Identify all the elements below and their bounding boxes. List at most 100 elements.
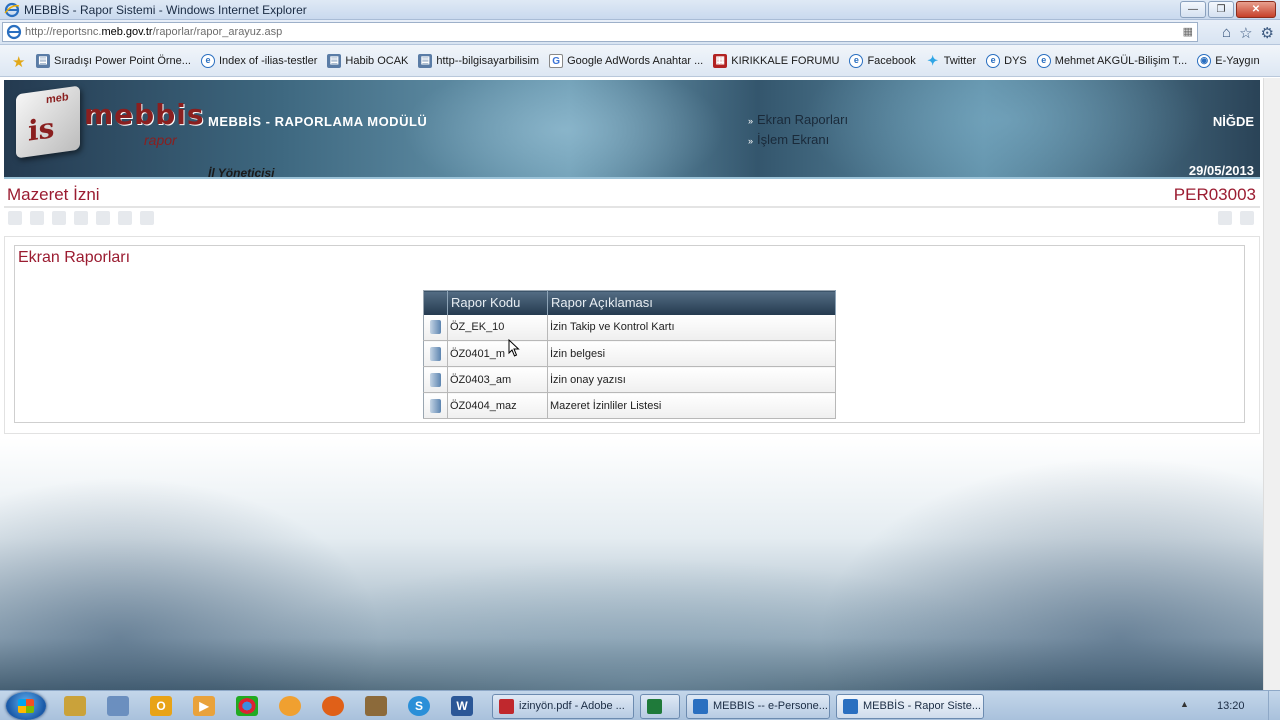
export-icon[interactable] bbox=[140, 211, 154, 225]
report-description[interactable]: İzin belgesi bbox=[547, 340, 836, 367]
user-icon[interactable] bbox=[1240, 211, 1254, 225]
globe-icon: ◉ bbox=[1197, 54, 1212, 68]
favorite-link[interactable]: e Index of -ilias-testler bbox=[200, 54, 318, 68]
report-open-icon[interactable] bbox=[430, 320, 441, 335]
favorite-label: Facebook bbox=[867, 55, 916, 67]
report-table: Rapor Kodu Rapor Açıklaması ÖZ_EK_10 İzin… bbox=[423, 290, 836, 419]
favorite-label: DYS bbox=[1004, 55, 1027, 67]
report-description[interactable]: İzin Takip ve Kontrol Kartı bbox=[547, 314, 836, 341]
table-row[interactable]: ÖZ_EK_10 İzin Takip ve Kontrol Kartı bbox=[423, 314, 836, 341]
favorite-label: Twitter bbox=[943, 55, 977, 67]
window-titlebar: MEBBİS - Rapor Sistemi - Windows Interne… bbox=[0, 0, 1280, 20]
doc-icon: ▤ bbox=[327, 54, 342, 68]
favorite-link[interactable]: e Facebook bbox=[849, 54, 916, 68]
favorite-link[interactable]: ✦ Twitter bbox=[926, 54, 976, 68]
favorite-link[interactable]: ◉ E-Yaygın bbox=[1197, 54, 1260, 68]
pinned-firefox-icon[interactable] bbox=[322, 696, 344, 716]
gear-icon[interactable]: ⚙ bbox=[1261, 24, 1274, 42]
url-text: http://reportsnc.meb.gov.tr/raporlar/rap… bbox=[25, 26, 283, 38]
pinned-tool-icon[interactable] bbox=[365, 696, 387, 716]
url-field[interactable]: http://reportsnc.meb.gov.tr/raporlar/rap… bbox=[2, 22, 1198, 42]
taskbar-window-button[interactable]: MEBBİS - Rapor Siste... bbox=[836, 694, 984, 719]
vertical-scrollbar[interactable] bbox=[1263, 78, 1280, 690]
report-code[interactable]: ÖZ_EK_10 bbox=[447, 314, 548, 341]
favorite-link[interactable]: ▤ http--bilgisayarbilisim bbox=[418, 54, 539, 68]
compatibility-icon[interactable]: ▦ bbox=[1183, 25, 1193, 38]
minimize-button[interactable]: — bbox=[1180, 1, 1206, 18]
pinned-explorer-icon[interactable] bbox=[107, 696, 129, 716]
app-icon bbox=[693, 699, 708, 714]
close-button[interactable]: ✕ bbox=[1236, 1, 1276, 18]
taskbar-window-label: MEBBİS - Rapor Siste... bbox=[863, 700, 981, 712]
start-button[interactable] bbox=[6, 692, 46, 720]
favorites-star-icon[interactable]: ☆ bbox=[1239, 24, 1252, 42]
mebbis-logo[interactable]: meb is bbox=[16, 85, 80, 159]
favorite-link[interactable]: G Google AdWords Anahtar ... bbox=[549, 54, 703, 68]
pinned-app-icon[interactable] bbox=[64, 696, 86, 716]
report-code[interactable]: ÖZ0401_m bbox=[447, 340, 548, 367]
doc-icon: ▤ bbox=[418, 54, 433, 68]
pinned-media-icon[interactable]: ▶ bbox=[193, 696, 215, 716]
taskbar-window-button[interactable] bbox=[640, 694, 680, 719]
search-icon[interactable] bbox=[96, 211, 110, 225]
favorite-link[interactable]: ▤ Habib OCAK bbox=[327, 54, 408, 68]
home-icon[interactable]: ⌂ bbox=[1222, 24, 1231, 42]
divider bbox=[4, 206, 1260, 208]
show-desktop-button[interactable] bbox=[1268, 691, 1280, 720]
report-open-icon[interactable] bbox=[430, 346, 441, 361]
favorite-label: Index of -ilias-testler bbox=[218, 55, 318, 67]
print-icon[interactable] bbox=[74, 211, 88, 225]
report-open-icon[interactable] bbox=[430, 398, 441, 413]
clock[interactable]: 13:20 bbox=[1217, 700, 1245, 712]
report-open-icon[interactable] bbox=[430, 372, 441, 387]
report-open-cell[interactable] bbox=[423, 314, 448, 341]
report-open-cell[interactable] bbox=[423, 340, 448, 367]
report-code[interactable]: ÖZ0403_am bbox=[447, 366, 548, 393]
doc-icon: ▤ bbox=[36, 54, 50, 68]
filter-icon[interactable] bbox=[30, 211, 44, 225]
bullet-icon: » bbox=[748, 116, 754, 126]
favorite-label: Google AdWords Anahtar ... bbox=[567, 55, 704, 67]
pinned-skype-icon[interactable]: S bbox=[408, 696, 430, 716]
page-content: meb is mebbis rapor MEBBİS - RAPORLAMA M… bbox=[0, 78, 1280, 690]
pinned-word-icon[interactable]: W bbox=[451, 696, 473, 716]
favorite-link[interactable]: ▤ Sıradışı Power Point Örne... bbox=[36, 54, 191, 68]
menu-link-ekran-raporlari[interactable]: » Ekran Raporları bbox=[748, 112, 848, 127]
google-icon: G bbox=[549, 54, 564, 68]
table-row[interactable]: ÖZ0404_maz Mazeret İzinliler Listesi bbox=[423, 392, 836, 419]
menu-link-islem-ekrani[interactable]: » İşlem Ekranı bbox=[748, 132, 848, 147]
report-code[interactable]: ÖZ0404_maz bbox=[447, 392, 548, 419]
report-open-cell[interactable] bbox=[423, 392, 448, 419]
page-title: Mazeret İzni bbox=[7, 185, 100, 204]
favorite-link[interactable]: ▦ KIRIKKALE FORUMU bbox=[713, 54, 839, 68]
twitter-icon: ✦ bbox=[927, 53, 939, 68]
favorite-link[interactable]: e DYS bbox=[986, 54, 1027, 68]
pinned-app-icon[interactable] bbox=[279, 696, 301, 716]
favorite-label: Mehmet AKGÜL-Bilişim T... bbox=[1054, 55, 1188, 67]
report-description[interactable]: Mazeret İzinliler Listesi bbox=[547, 392, 836, 419]
report-open-cell[interactable] bbox=[423, 366, 448, 393]
restore-button[interactable]: ❐ bbox=[1208, 1, 1234, 18]
new-icon[interactable] bbox=[8, 211, 22, 225]
pinned-outlook-icon[interactable]: O bbox=[150, 696, 172, 716]
favorite-label: Sıradışı Power Point Örne... bbox=[54, 55, 191, 67]
report-description[interactable]: İzin onay yazısı bbox=[547, 366, 836, 393]
mouse-cursor-icon bbox=[508, 339, 520, 357]
pinned-chrome-icon[interactable] bbox=[236, 696, 258, 716]
taskbar-window-button[interactable]: izinyön.pdf - Adobe ... bbox=[492, 694, 634, 719]
favorite-link[interactable]: e Mehmet AKGÜL-Bilişim T... bbox=[1036, 54, 1188, 68]
ie-icon: e bbox=[849, 54, 864, 68]
app-icon bbox=[499, 699, 514, 714]
help-icon[interactable] bbox=[1218, 211, 1232, 225]
forum-icon: ▦ bbox=[713, 54, 728, 68]
taskbar-window-button[interactable]: MEBBIS -- e-Persone... bbox=[686, 694, 830, 719]
save-icon[interactable] bbox=[52, 211, 66, 225]
app-icon bbox=[843, 699, 858, 714]
delete-icon[interactable] bbox=[118, 211, 132, 225]
table-header-icon bbox=[423, 290, 448, 315]
favorites-add-icon[interactable]: ★ bbox=[12, 53, 25, 71]
tray-expand-icon[interactable]: ▲ bbox=[1180, 699, 1189, 709]
table-row[interactable]: ÖZ0401_m İzin belgesi bbox=[423, 340, 836, 367]
table-row[interactable]: ÖZ0403_am İzin onay yazısı bbox=[423, 366, 836, 393]
city-name: NİĞDE bbox=[1212, 114, 1254, 129]
